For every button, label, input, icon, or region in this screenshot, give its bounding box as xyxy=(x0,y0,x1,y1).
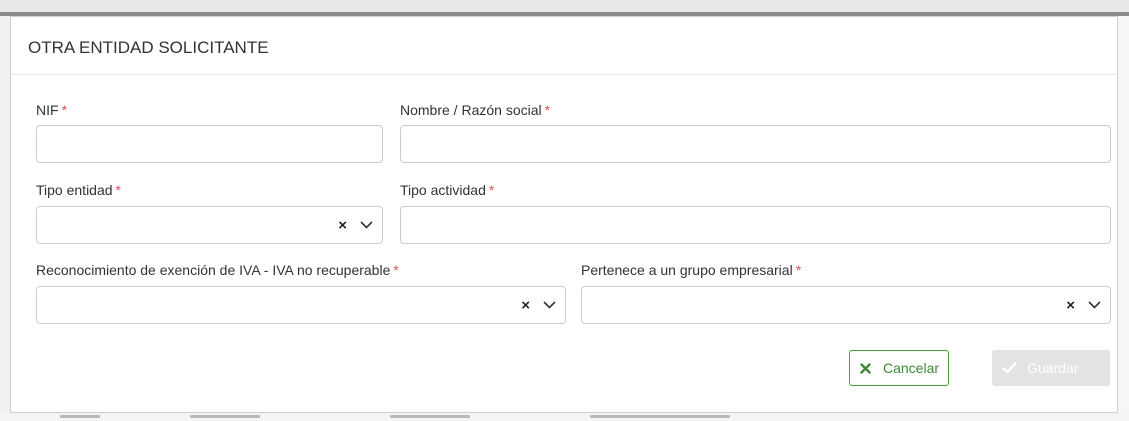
reconocimiento-label: Reconocimiento de exención de IVA - IVA … xyxy=(36,262,399,278)
required-marker: * xyxy=(61,102,68,118)
chevron-down-icon[interactable] xyxy=(542,300,557,310)
required-marker: * xyxy=(488,182,495,198)
save-button-label: Guardar xyxy=(1027,360,1079,376)
clear-icon[interactable]: × xyxy=(338,218,347,233)
tipo-actividad-label: Tipo actividad * xyxy=(400,182,495,198)
grupo-select[interactable]: × xyxy=(581,286,1111,324)
required-marker: * xyxy=(795,262,802,278)
clear-icon[interactable]: × xyxy=(1066,298,1075,313)
check-icon xyxy=(1002,362,1017,374)
background-page-content xyxy=(0,412,1129,421)
background-page-right xyxy=(1118,16,1129,421)
background-page-left xyxy=(0,16,10,421)
nif-label: NIF * xyxy=(36,102,68,118)
modal-title: OTRA ENTIDAD SOLICITANTE xyxy=(28,38,269,57)
background-page-top xyxy=(0,0,1129,12)
grupo-label: Pertenece a un grupo empresarial * xyxy=(581,262,802,278)
tipo-entidad-select[interactable]: × xyxy=(36,206,383,244)
cancel-button[interactable]: Cancelar xyxy=(849,350,949,386)
required-marker: * xyxy=(393,262,399,278)
cancel-button-label: Cancelar xyxy=(883,360,940,376)
chevron-down-icon[interactable] xyxy=(359,220,374,230)
modal-header: OTRA ENTIDAD SOLICITANTE xyxy=(11,17,1117,75)
nombre-label: Nombre / Razón social * xyxy=(400,102,551,118)
required-marker: * xyxy=(544,102,551,118)
nif-input[interactable] xyxy=(36,125,383,163)
tipo-actividad-input[interactable] xyxy=(400,206,1111,244)
times-icon xyxy=(860,362,871,374)
reconocimiento-select[interactable]: × xyxy=(36,286,566,324)
modal-dialog: OTRA ENTIDAD SOLICITANTE NIF * Nombre / R… xyxy=(10,16,1118,413)
tipo-entidad-label: Tipo entidad * xyxy=(36,182,121,198)
clear-icon[interactable]: × xyxy=(521,298,530,313)
chevron-down-icon[interactable] xyxy=(1087,300,1102,310)
required-marker: * xyxy=(115,182,121,198)
save-button[interactable]: Guardar xyxy=(992,350,1110,386)
nombre-input[interactable] xyxy=(400,125,1111,163)
